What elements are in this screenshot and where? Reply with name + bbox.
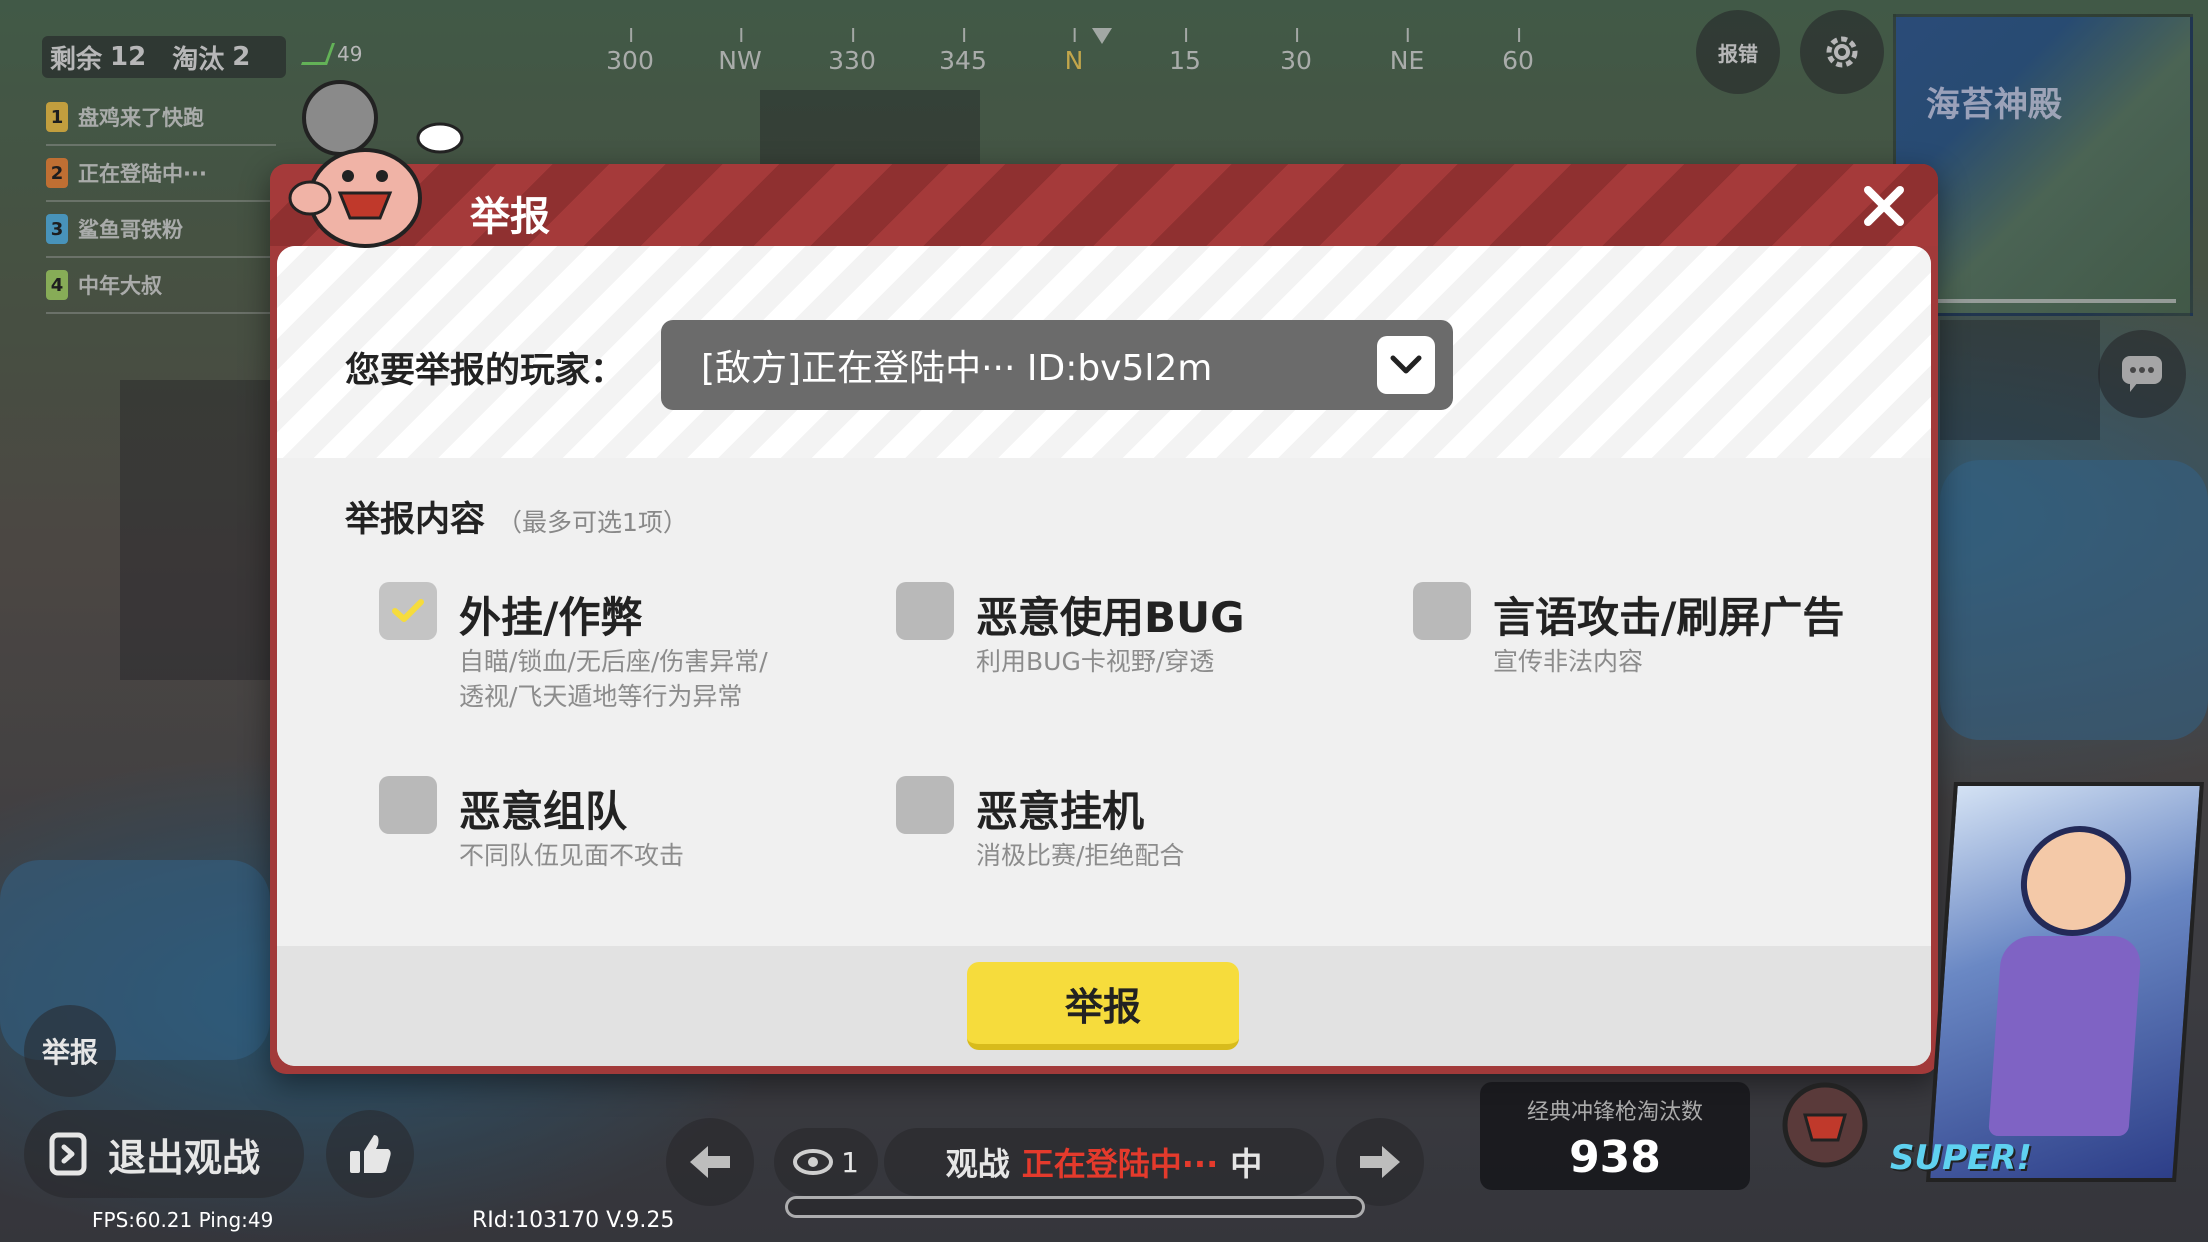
option-description-line: 不同队伍见面不攻击 bbox=[459, 841, 685, 870]
option-description-line: 透视/飞天遁地等行为异常 bbox=[459, 682, 743, 711]
submit-report-button[interactable]: 举报 bbox=[967, 962, 1239, 1050]
exit-spectate-label: 退出观战 bbox=[108, 1135, 261, 1180]
player-emblem-icon bbox=[1782, 1082, 1868, 1168]
report-button[interactable]: 举报 bbox=[24, 1005, 116, 1097]
checkmark-icon bbox=[392, 599, 424, 622]
arrow-right-icon bbox=[1360, 1146, 1400, 1178]
option-label: 外挂/作弊 bbox=[459, 593, 643, 642]
viewer-count: 1 bbox=[774, 1128, 878, 1196]
option-description: 消极比赛/拒绝配合 bbox=[976, 838, 1184, 873]
option-description: 自瞄/锁血/无后座/伤害异常/ 透视/飞天遁地等行为异常 bbox=[459, 644, 768, 714]
close-icon bbox=[1864, 186, 1904, 226]
exit-spectate-button[interactable]: 退出观战 bbox=[24, 1110, 304, 1198]
dialog-title: 举报 bbox=[470, 194, 550, 240]
previous-player-button[interactable] bbox=[666, 1118, 754, 1206]
content-title-text: 举报内容 bbox=[345, 500, 486, 540]
player-dropdown[interactable]: [敌方]正在登陆中··· ID:bv5l2m bbox=[661, 320, 1453, 410]
arrow-left-icon bbox=[690, 1146, 730, 1178]
next-player-button[interactable] bbox=[1336, 1118, 1424, 1206]
weapon-kills-value: 938 bbox=[1569, 1132, 1661, 1183]
content-title: 举报内容 （最多可选1项） bbox=[345, 491, 688, 542]
checkbox[interactable] bbox=[379, 776, 437, 834]
mascot-illustration bbox=[288, 80, 464, 248]
player-section: 您要举报的玩家： [敌方]正在登陆中··· ID:bv5l2m bbox=[277, 246, 1931, 458]
fps-ping-readout: FPS:60.21 Ping:49 bbox=[92, 1208, 274, 1232]
option-description-line: 消极比赛/拒绝配合 bbox=[976, 841, 1185, 870]
checkbox[interactable] bbox=[379, 582, 437, 640]
option-label: 恶意组队 bbox=[459, 787, 628, 836]
option-label: 言语攻击/刷屏广告 bbox=[1493, 593, 1845, 642]
report-dialog: 举报 您要举报的玩家： [敌方]正在登陆中··· ID:bv5l2m 举报内容 （… bbox=[270, 164, 1938, 1074]
option-description-line: 利用BUG卡视野/穿透 bbox=[976, 647, 1215, 676]
chevron-down-icon bbox=[1390, 355, 1422, 374]
option-label: 恶意挂机 bbox=[976, 787, 1145, 836]
weapon-kills-label: 经典冲锋枪淘汰数 bbox=[1526, 1100, 1703, 1125]
viewer-count-value: 1 bbox=[841, 1145, 859, 1179]
eye-icon bbox=[793, 1149, 834, 1175]
option-description: 利用BUG卡视野/穿透 bbox=[976, 644, 1214, 679]
checkbox[interactable] bbox=[896, 582, 954, 640]
health-bar bbox=[785, 1196, 1365, 1218]
option-description: 宣传非法内容 bbox=[1493, 644, 1643, 679]
option-description-line: 自瞄/锁血/无后座/伤害异常/ bbox=[459, 647, 768, 676]
room-version-readout: RId:103170 V.9.25 bbox=[472, 1208, 675, 1233]
exit-icon bbox=[49, 1132, 87, 1176]
weapon-kills-panel: 经典冲锋枪淘汰数 938 bbox=[1480, 1082, 1750, 1190]
option-label: 恶意使用BUG bbox=[976, 593, 1245, 642]
dialog-body: 您要举报的玩家： [敌方]正在登陆中··· ID:bv5l2m 举报内容 （最多可… bbox=[277, 246, 1931, 1066]
character-body bbox=[1988, 936, 2143, 1136]
character-head bbox=[2017, 826, 2135, 936]
like-button[interactable] bbox=[326, 1110, 414, 1198]
close-button[interactable] bbox=[1860, 182, 1908, 230]
super-badge: SUPER! bbox=[1890, 1138, 2032, 1178]
selected-player: [敌方]正在登陆中··· ID:bv5l2m bbox=[701, 348, 1213, 389]
option-description-line: 宣传非法内容 bbox=[1493, 647, 1644, 676]
content-note: （最多可选1项） bbox=[497, 508, 688, 537]
spectate-target: 观战 正在登陆中··· 中 bbox=[884, 1128, 1324, 1196]
dropdown-toggle[interactable] bbox=[1377, 336, 1435, 394]
spectate-prefix: 观战 bbox=[945, 1145, 1010, 1183]
character-card bbox=[1926, 782, 2204, 1182]
spectate-bar: 1 观战 正在登陆中··· 中 bbox=[666, 1118, 1424, 1206]
checkbox[interactable] bbox=[896, 776, 954, 834]
spectate-suffix: 中 bbox=[1230, 1145, 1263, 1183]
player-label: 您要举报的玩家： bbox=[345, 351, 626, 391]
thumbs-up-icon bbox=[350, 1135, 391, 1173]
option-description: 不同队伍见面不攻击 bbox=[459, 838, 684, 873]
spectate-player-name: 正在登陆中··· bbox=[1021, 1145, 1219, 1183]
checkbox[interactable] bbox=[1413, 582, 1471, 640]
